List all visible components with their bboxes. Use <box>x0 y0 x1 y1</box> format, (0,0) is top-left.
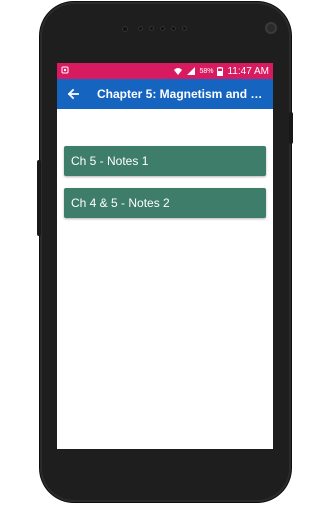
wifi-icon <box>173 67 183 76</box>
power-button <box>289 112 293 144</box>
notes-list: Ch 5 - Notes 1 Ch 4 & 5 - Notes 2 <box>57 109 273 218</box>
battery-icon <box>217 66 224 76</box>
app-toolbar: Chapter 5: Magnetism and M... <box>57 79 273 109</box>
list-item-label: Ch 5 - Notes 1 <box>71 154 149 168</box>
front-camera-icon <box>265 22 277 34</box>
status-time: 11:47 AM <box>227 65 269 77</box>
speaker-grille <box>138 26 187 31</box>
signal-icon <box>187 67 196 75</box>
app-screen: 58% 11:47 AM Chapter 5: Magnetism and M.… <box>57 63 273 449</box>
arrow-left-icon[interactable] <box>67 87 81 101</box>
sensor-icon <box>122 26 128 32</box>
status-bar: 58% 11:47 AM <box>57 63 273 79</box>
notification-icon <box>61 66 69 76</box>
list-item-label: Ch 4 & 5 - Notes 2 <box>71 196 170 210</box>
page-title: Chapter 5: Magnetism and M... <box>97 87 267 101</box>
battery-percent: 58% <box>199 67 214 75</box>
list-item[interactable]: Ch 5 - Notes 1 <box>64 146 266 176</box>
volume-button <box>37 160 41 236</box>
list-item[interactable]: Ch 4 & 5 - Notes 2 <box>64 188 266 218</box>
